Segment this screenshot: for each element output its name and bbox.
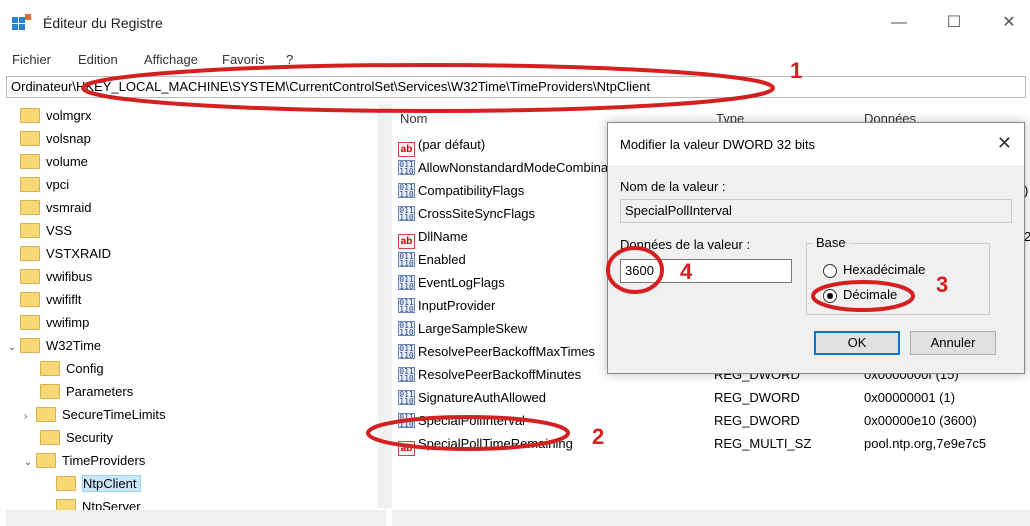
folder-icon bbox=[20, 108, 40, 123]
binary-value-icon: 011 110 bbox=[398, 321, 415, 336]
folder-icon bbox=[20, 338, 40, 353]
tree-vertical-scrollbar[interactable] bbox=[378, 104, 392, 508]
close-button[interactable]: ✕ bbox=[994, 10, 1024, 36]
value-row-specialpollinterval[interactable]: 011 110 SpecialPollInterval REG_DWORD 0x0000… bbox=[398, 409, 1028, 432]
folder-icon bbox=[20, 315, 40, 330]
hex-radio-label[interactable]: Hexadécimale bbox=[843, 262, 925, 277]
folder-icon bbox=[40, 430, 60, 445]
menu-affichage[interactable]: Affichage bbox=[144, 52, 198, 67]
ok-button[interactable]: OK bbox=[814, 331, 900, 355]
tree-item-volmgrx[interactable]: volmgrx bbox=[20, 104, 92, 127]
tree-item-parameters[interactable]: Parameters bbox=[40, 380, 133, 403]
binary-value-icon: 011 110 bbox=[398, 298, 415, 313]
registry-app-icon bbox=[12, 14, 31, 30]
tree-item-vpci[interactable]: vpci bbox=[20, 173, 69, 196]
folder-icon bbox=[20, 223, 40, 238]
menu-fichier[interactable]: Fichier bbox=[12, 52, 51, 67]
string-value-icon: ab bbox=[398, 142, 415, 157]
edit-dword-dialog: Modifier la valeur DWORD 32 bits ✕ Nom d… bbox=[607, 122, 1025, 374]
minimize-button[interactable]: — bbox=[884, 10, 914, 36]
string-value-icon: ab bbox=[398, 441, 415, 456]
binary-value-icon: 011 110 bbox=[398, 183, 415, 198]
tree-item-volume[interactable]: volume bbox=[20, 150, 88, 173]
folder-icon bbox=[20, 177, 40, 192]
annotation-number-2: 2 bbox=[592, 424, 605, 449]
base-groupbox: Base Hexadécimale Décimale bbox=[806, 235, 990, 315]
annotation-number-3: 3 bbox=[936, 272, 949, 297]
tree-item-config[interactable]: Config bbox=[40, 357, 104, 380]
tree-item-w32time[interactable]: ⌄ W32Time bbox=[8, 334, 101, 357]
folder-icon bbox=[20, 131, 40, 146]
tree-item-vsmraid[interactable]: vsmraid bbox=[20, 196, 92, 219]
base-label: Base bbox=[813, 235, 849, 250]
folder-icon bbox=[40, 384, 60, 399]
tree-item-ntpclient[interactable]: NtpClient bbox=[56, 472, 142, 495]
chevron-down-icon[interactable]: ⌄ bbox=[8, 336, 20, 359]
folder-icon bbox=[20, 292, 40, 307]
folder-icon bbox=[20, 246, 40, 261]
menu-edition[interactable]: Edition bbox=[78, 52, 118, 67]
dialog-close-icon[interactable]: ✕ bbox=[997, 133, 1012, 154]
tree-item-vwifimp[interactable]: vwifimp bbox=[20, 311, 89, 334]
menu-bar: Fichier Edition Affichage Favoris ? bbox=[0, 48, 1030, 70]
binary-value-icon: 011 110 bbox=[398, 344, 415, 359]
folder-icon bbox=[20, 269, 40, 284]
maximize-button[interactable]: ☐ bbox=[939, 10, 969, 36]
dialog-title-bar: Modifier la valeur DWORD 32 bits ✕ bbox=[608, 123, 1024, 165]
title-bar: Éditeur du Registre — ☐ ✕ bbox=[0, 0, 1030, 46]
folder-icon bbox=[40, 361, 60, 376]
menu-help[interactable]: ? bbox=[286, 52, 293, 67]
key-tree: volmgrx volsnap volume vpci vsmraid VSS … bbox=[6, 104, 386, 526]
value-row[interactable]: 011 110 SignatureAuthAllowed REG_DWORD 0x000… bbox=[398, 386, 1028, 409]
tree-item-vstxraid[interactable]: VSTXRAID bbox=[20, 242, 111, 265]
tree-item-volsnap[interactable]: volsnap bbox=[20, 127, 91, 150]
binary-value-icon: 011 110 bbox=[398, 413, 415, 428]
address-bar[interactable]: Ordinateur\HKEY_LOCAL_MACHINE\SYSTEM\Cur… bbox=[6, 76, 1026, 98]
column-header-name[interactable]: Nom bbox=[400, 111, 427, 126]
dialog-title: Modifier la valeur DWORD 32 bits bbox=[620, 137, 816, 152]
tree-item-vwifibus[interactable]: vwifibus bbox=[20, 265, 92, 288]
cancel-button[interactable]: Annuler bbox=[910, 331, 996, 355]
folder-icon bbox=[20, 200, 40, 215]
hex-radio[interactable] bbox=[823, 264, 837, 278]
value-name-field: SpecialPollInterval bbox=[620, 199, 1012, 223]
annotation-number-1: 1 bbox=[790, 58, 803, 83]
folder-icon bbox=[56, 476, 76, 491]
binary-value-icon: 011 110 bbox=[398, 275, 415, 290]
value-data-label: Données de la valeur : bbox=[620, 237, 751, 252]
binary-value-icon: 011 110 bbox=[398, 206, 415, 221]
value-row[interactable]: ab SpecialPollTimeRemaining REG_MULTI_SZ po… bbox=[398, 432, 1028, 456]
binary-value-icon: 011 110 bbox=[398, 390, 415, 405]
menu-favoris[interactable]: Favoris bbox=[222, 52, 265, 67]
binary-value-icon: 011 110 bbox=[398, 252, 415, 267]
window-title: Éditeur du Registre bbox=[43, 15, 163, 31]
tree-item-security[interactable]: Security bbox=[40, 426, 113, 449]
list-horizontal-scrollbar[interactable] bbox=[392, 510, 1030, 526]
value-name-label: Nom de la valeur : bbox=[620, 179, 726, 194]
tree-item-securetimelimits[interactable]: › SecureTimeLimits bbox=[24, 403, 166, 426]
tree-item-vss[interactable]: VSS bbox=[20, 219, 72, 242]
tree-item-vwififlt[interactable]: vwififlt bbox=[20, 288, 81, 311]
decimal-radio-label[interactable]: Décimale bbox=[843, 287, 897, 302]
value-data-input[interactable]: 3600 bbox=[620, 259, 792, 283]
chevron-down-icon[interactable]: ⌄ bbox=[24, 451, 36, 474]
binary-value-icon: 011 110 bbox=[398, 160, 415, 175]
string-value-icon: ab bbox=[398, 234, 415, 249]
folder-icon bbox=[36, 407, 56, 422]
chevron-right-icon[interactable]: › bbox=[24, 405, 36, 428]
folder-icon bbox=[20, 154, 40, 169]
decimal-radio[interactable] bbox=[823, 289, 837, 303]
tree-horizontal-scrollbar[interactable] bbox=[6, 510, 386, 526]
folder-icon bbox=[36, 453, 56, 468]
annotation-number-4: 4 bbox=[680, 259, 693, 284]
binary-value-icon: 011 110 bbox=[398, 367, 415, 382]
tree-item-timeproviders[interactable]: ⌄ TimeProviders bbox=[24, 449, 145, 472]
